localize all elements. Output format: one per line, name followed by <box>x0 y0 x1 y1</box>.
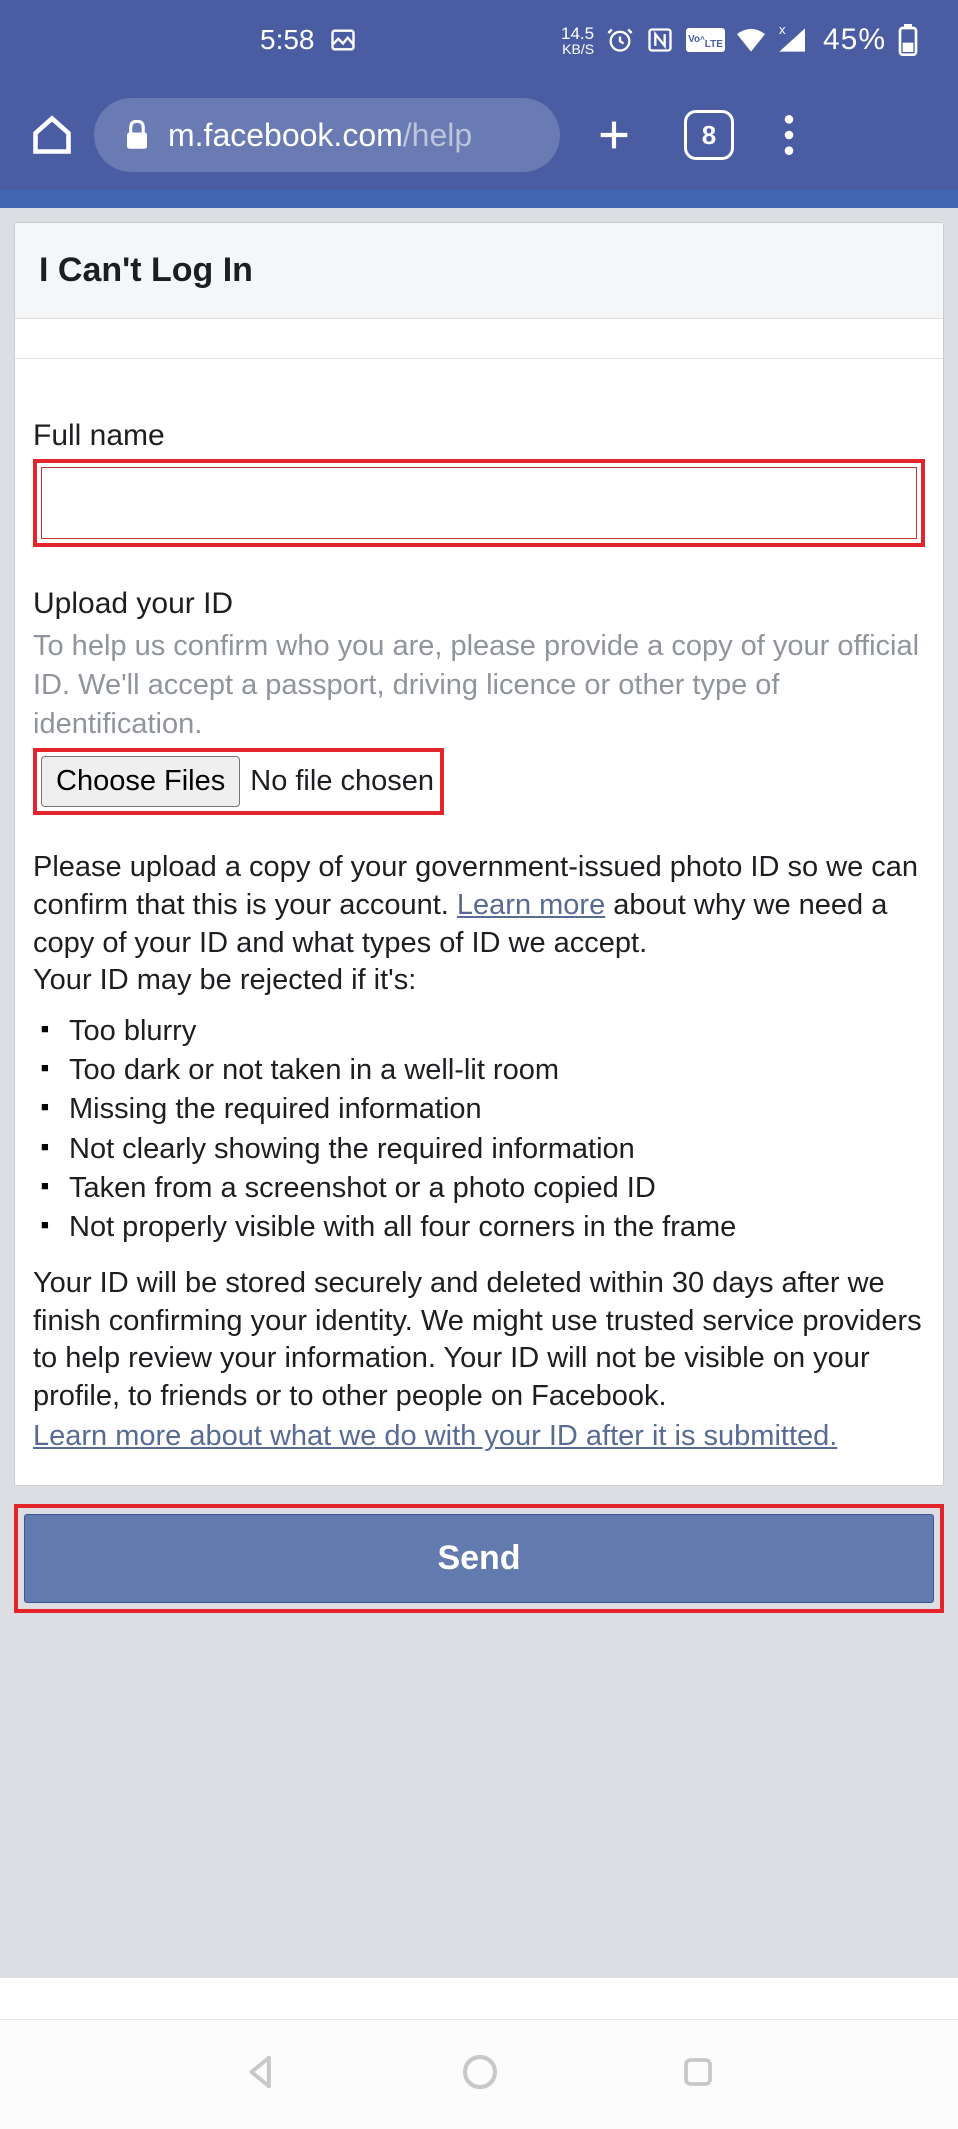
android-status-bar: 5:58 14.5 KB/S Vo^LTE x 45% <box>0 0 958 80</box>
more-menu-icon[interactable] <box>784 115 794 155</box>
send-button[interactable]: Send <box>24 1514 934 1603</box>
page-background: I Can't Log In Full name Upload your ID … <box>0 208 958 1978</box>
card-divider <box>15 319 943 359</box>
android-nav-bar <box>0 2019 958 2129</box>
url-bar[interactable]: m.facebook.com/help <box>94 98 560 172</box>
file-chosen-status: No file chosen <box>250 765 434 798</box>
learn-more-link-2[interactable]: Learn more about what we do with your ID… <box>33 1418 925 1456</box>
battery-percent: 45% <box>823 23 886 57</box>
home-icon[interactable] <box>30 113 74 157</box>
choose-files-button[interactable]: Choose Files <box>41 756 240 807</box>
list-item: Too blurry <box>41 1012 925 1051</box>
new-tab-icon[interactable] <box>594 115 634 155</box>
learn-more-link-1[interactable]: Learn more <box>457 889 605 921</box>
send-button-highlight: Send <box>14 1504 944 1613</box>
lock-icon <box>124 120 150 150</box>
nfc-icon <box>646 26 674 54</box>
image-icon <box>329 26 357 54</box>
file-input-highlight: Choose Files No file chosen <box>33 748 444 815</box>
signal-icon: x <box>777 28 805 52</box>
status-time: 5:58 <box>260 24 315 56</box>
full-name-highlight <box>33 459 925 547</box>
url-text: m.facebook.com/help <box>168 117 472 154</box>
rejection-reasons-list: Too blurry Too dark or not taken in a we… <box>41 1012 925 1247</box>
help-card: I Can't Log In Full name Upload your ID … <box>14 222 944 1486</box>
tabs-button[interactable]: 8 <box>684 110 734 160</box>
list-item: Missing the required information <box>41 1090 925 1129</box>
list-item: Not properly visible with all four corne… <box>41 1208 925 1247</box>
browser-toolbar: m.facebook.com/help 8 <box>0 80 958 190</box>
list-item: Taken from a screenshot or a photo copie… <box>41 1169 925 1208</box>
alarm-icon <box>606 26 634 54</box>
full-name-label: Full name <box>33 419 925 453</box>
list-item: Not clearly showing the required informa… <box>41 1130 925 1169</box>
wifi-icon <box>737 28 765 52</box>
storage-policy-text: Your ID will be stored securely and dele… <box>33 1265 925 1416</box>
volte-icon: Vo^LTE <box>686 28 725 52</box>
list-item: Too dark or not taken in a well-lit room <box>41 1051 925 1090</box>
home-nav-icon[interactable] <box>460 2052 500 2097</box>
back-icon[interactable] <box>242 2053 280 2096</box>
upload-instructions: Please upload a copy of your government-… <box>33 849 925 1000</box>
upload-id-label: Upload your ID <box>33 587 925 621</box>
reject-intro: Your ID may be rejected if it's: <box>33 964 416 996</box>
data-speed: 14.5 KB/S <box>561 25 594 56</box>
page-title: I Can't Log In <box>15 223 943 319</box>
fb-header-strip <box>0 190 958 208</box>
full-name-input[interactable] <box>41 467 917 539</box>
battery-icon <box>898 24 918 56</box>
upload-help-text: To help us confirm who you are, please p… <box>33 627 925 744</box>
recent-apps-icon[interactable] <box>680 2054 716 2095</box>
